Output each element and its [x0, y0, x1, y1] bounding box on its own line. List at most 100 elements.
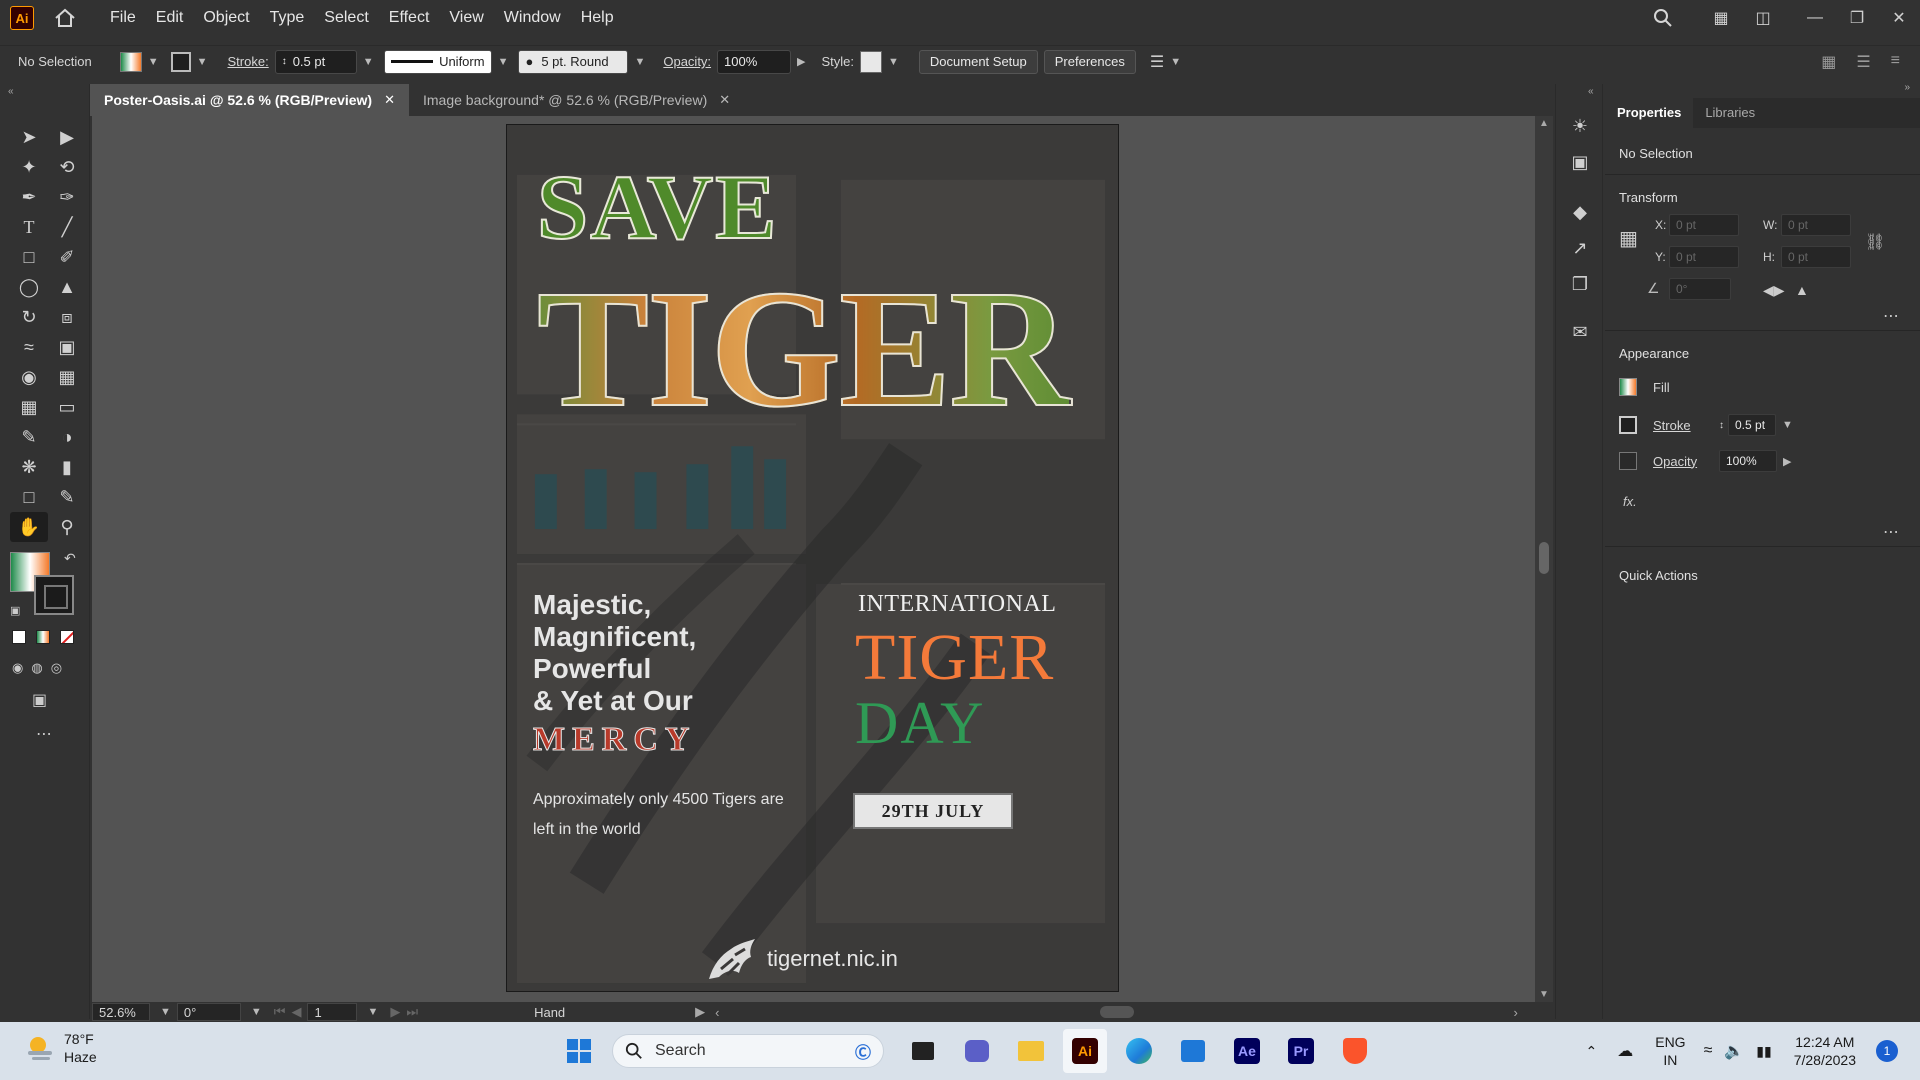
opacity-swatch[interactable]	[1619, 452, 1637, 470]
draw-behind-icon[interactable]: ◍	[31, 660, 42, 676]
artboards-icon[interactable]: ❐	[1568, 272, 1592, 296]
minimize-icon[interactable]: —	[1794, 0, 1836, 36]
zoom-tool-icon[interactable]: ⚲	[48, 512, 86, 542]
battery-icon[interactable]: ▮▮	[1756, 1043, 1771, 1060]
chevron-down-icon[interactable]: ▼	[634, 56, 645, 68]
rotation-field[interactable]: 0°	[176, 1003, 241, 1021]
stroke-weight-field[interactable]: ↕ 0.5 pt	[274, 49, 357, 74]
onedrive-icon[interactable]: ☁	[1617, 1041, 1633, 1061]
lasso-tool-icon[interactable]: ⟲	[48, 152, 86, 182]
chevron-down-icon[interactable]: ▼	[1782, 419, 1793, 431]
horizontal-scroll-thumb[interactable]	[1099, 1006, 1134, 1018]
chevron-down-icon[interactable]: ▼	[197, 56, 208, 68]
artboard-tool-icon[interactable]: □	[10, 482, 48, 512]
none-mode-icon[interactable]	[60, 630, 74, 644]
menu-help[interactable]: Help	[571, 0, 624, 36]
weather-widget[interactable]: 78°F Haze	[24, 1030, 97, 1066]
distribute-icon[interactable]: ☰	[1856, 52, 1870, 72]
fill-row[interactable]: Fill	[1619, 378, 1670, 396]
close-tab-icon[interactable]: ✕	[719, 92, 730, 108]
mesh-tool-icon[interactable]: ▦	[10, 392, 48, 422]
scroll-thumb[interactable]	[1539, 542, 1549, 574]
stroke-weight-field[interactable]: 0.5 pt	[1728, 414, 1776, 436]
reference-point-icon[interactable]: ▦	[1619, 226, 1645, 252]
taskbar-search[interactable]: Search Ⓒ	[612, 1034, 884, 1068]
type-tool-icon[interactable]: T	[10, 212, 48, 242]
width-tool-icon[interactable]: ≈	[10, 332, 48, 362]
menu-view[interactable]: View	[439, 0, 493, 36]
previous-artboard-icon[interactable]: ◀	[291, 1004, 301, 1020]
y-field[interactable]: 0 pt	[1669, 246, 1739, 268]
paintbrush-tool-icon[interactable]: ✐	[48, 242, 86, 272]
scroll-up-icon[interactable]: ▲	[1539, 118, 1549, 129]
fill-swatch[interactable]	[119, 51, 142, 72]
menu-type[interactable]: Type	[260, 0, 315, 36]
first-artboard-icon[interactable]: ⏮	[274, 1004, 286, 1020]
menu-select[interactable]: Select	[314, 0, 378, 36]
fill-swatch[interactable]	[1619, 378, 1637, 396]
show-hidden-icons-icon[interactable]: ⌃	[1586, 1043, 1598, 1060]
perspective-grid-tool-icon[interactable]: ▦	[48, 362, 86, 392]
collapse-icon[interactable]: »	[1904, 82, 1910, 93]
color-mode-icon[interactable]	[12, 630, 26, 644]
stepper-icon[interactable]: ↕	[282, 56, 287, 67]
swap-fill-stroke-icon[interactable]: ↶	[64, 550, 76, 567]
language-indicator[interactable]: ENG IN	[1655, 1033, 1685, 1069]
collapse-icon[interactable]: «	[1588, 86, 1594, 97]
eyedropper-tool-icon[interactable]: ✎	[10, 422, 48, 452]
angle-icon[interactable]: ∠	[1647, 280, 1660, 297]
free-transform-tool-icon[interactable]: ▣	[48, 332, 86, 362]
constrain-proportions-icon[interactable]: ⛓	[1865, 232, 1885, 252]
chevron-down-icon[interactable]: ▼	[1170, 56, 1181, 68]
chevron-down-icon[interactable]: ▼	[363, 56, 374, 68]
notification-badge[interactable]: 1	[1876, 1040, 1898, 1062]
default-colors-icon[interactable]: ▣	[10, 604, 20, 617]
home-icon[interactable]	[52, 5, 78, 31]
scroll-down-icon[interactable]: ▼	[1539, 989, 1549, 1000]
menu-file[interactable]: File	[100, 0, 146, 36]
arrange-documents-icon[interactable]: ▦	[1700, 0, 1742, 36]
brightness-icon[interactable]: ☀	[1568, 114, 1592, 138]
clock[interactable]: 12:24 AM 7/28/2023	[1794, 1033, 1856, 1069]
menu-effect[interactable]: Effect	[379, 0, 440, 36]
flip-vertical-icon[interactable]: ▲	[1795, 282, 1809, 298]
export-icon[interactable]: ↗	[1568, 236, 1592, 260]
stroke-label[interactable]: Stroke	[1653, 418, 1713, 433]
slice-tool-icon[interactable]: ✎	[48, 482, 86, 512]
stroke-row[interactable]: Stroke ↕ 0.5 pt ▼	[1619, 414, 1799, 436]
rotate-tool-icon[interactable]: ↻	[10, 302, 48, 332]
style-swatch[interactable]	[860, 50, 883, 73]
chevron-right-icon[interactable]: ▶	[797, 55, 805, 68]
gradient-mode-icon[interactable]	[36, 630, 50, 644]
x-field[interactable]: 0 pt	[1669, 214, 1739, 236]
close-tab-icon[interactable]: ✕	[384, 92, 395, 108]
draw-normal-icon[interactable]: ◉	[12, 660, 23, 676]
rotate-field[interactable]: 0°	[1669, 278, 1731, 300]
document-setup-button[interactable]: Document Setup	[918, 49, 1038, 74]
bing-icon[interactable]: Ⓒ	[855, 1039, 871, 1063]
stroke-color-swatch[interactable]	[34, 575, 74, 615]
status-menu-icon[interactable]: ▶	[695, 1004, 705, 1020]
premiere-pro-app-icon[interactable]: Pr	[1279, 1029, 1323, 1073]
opacity-field[interactable]: 100%	[717, 49, 792, 74]
scroll-left-icon[interactable]: ‹	[715, 1005, 719, 1020]
artboard-number-field[interactable]: 1	[307, 1003, 358, 1021]
search-icon[interactable]	[1642, 0, 1684, 36]
after-effects-app-icon[interactable]: Ae	[1225, 1029, 1269, 1073]
file-explorer-icon[interactable]	[1009, 1029, 1053, 1073]
curvature-tool-icon[interactable]: ✑	[48, 182, 86, 212]
menu-object[interactable]: Object	[193, 0, 259, 36]
stroke-label[interactable]: Stroke:	[228, 54, 269, 69]
preferences-button[interactable]: Preferences	[1043, 49, 1136, 74]
more-tools-icon[interactable]: ⋯	[36, 724, 52, 744]
chevron-down-icon[interactable]: ▼	[251, 1006, 262, 1018]
canvas-area[interactable]: SAVE TIGER Majestic, Magnificent, Powerf…	[92, 116, 1535, 1002]
more-options-icon[interactable]: ⋯	[1883, 522, 1899, 542]
column-graph-tool-icon[interactable]: ▮	[48, 452, 86, 482]
more-options-icon[interactable]: ⋯	[1883, 306, 1899, 326]
teams-chat-icon[interactable]	[955, 1029, 999, 1073]
task-view-icon[interactable]	[901, 1029, 945, 1073]
transform-icon[interactable]: ▦	[1821, 52, 1836, 72]
windows-start-icon[interactable]	[557, 1029, 601, 1073]
brush-dropdown[interactable]: ● 5 pt. Round	[518, 49, 629, 74]
